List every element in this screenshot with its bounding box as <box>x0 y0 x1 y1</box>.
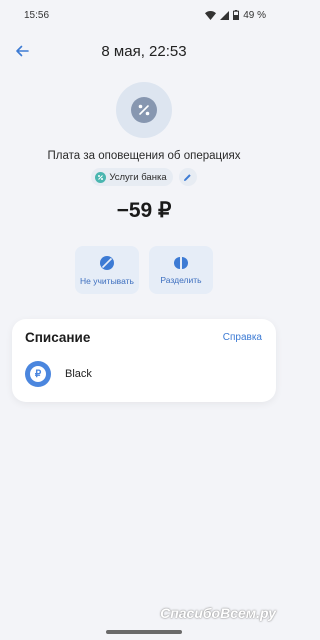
navigation-handle[interactable] <box>106 630 182 634</box>
account-name: Black <box>65 368 92 380</box>
category-avatar <box>116 82 172 138</box>
bank-services-icon <box>95 171 107 183</box>
category-tag[interactable]: Услуги банка <box>91 168 173 186</box>
category-tags: Услуги банка <box>0 168 288 186</box>
split-icon <box>174 256 188 269</box>
debit-card: Списание Справка ₽ Black <box>12 319 276 402</box>
card-title: Списание <box>25 330 91 345</box>
signal-icon <box>220 10 230 20</box>
status-icons: 49 % <box>205 10 266 21</box>
battery-level: 49 % <box>243 9 266 21</box>
category-tag-label: Услуги банка <box>109 171 167 183</box>
watermark: СпасибоВсем.ру <box>160 605 276 621</box>
help-link[interactable]: Справка <box>223 332 262 343</box>
status-bar: 15:56 49 % <box>0 0 288 30</box>
header: 8 мая, 22:53 <box>0 38 288 64</box>
split-button[interactable]: Разделить <box>149 246 213 294</box>
battery-icon <box>233 10 240 20</box>
page-title: 8 мая, 22:53 <box>101 42 187 60</box>
status-time: 15:56 <box>24 9 50 21</box>
ruble-glyph: ₽ <box>30 366 46 382</box>
operation-amount: −59 ₽ <box>116 199 172 222</box>
ignore-label: Не учитывать <box>80 275 134 286</box>
edit-category-button[interactable] <box>178 168 197 186</box>
account-row[interactable]: ₽ Black <box>25 361 92 387</box>
back-arrow-icon <box>16 45 29 57</box>
wifi-icon <box>205 10 217 20</box>
split-label: Разделить <box>160 274 202 285</box>
percent-icon <box>131 97 157 123</box>
back-button[interactable] <box>10 39 34 63</box>
pencil-icon <box>184 173 191 181</box>
action-buttons: Не учитывать Разделить <box>0 246 288 294</box>
ignore-button[interactable]: Не учитывать <box>75 246 139 294</box>
ruble-icon: ₽ <box>25 361 51 387</box>
operation-title: Плата за оповещения об операциях <box>47 150 241 162</box>
eye-off-icon <box>100 255 114 270</box>
